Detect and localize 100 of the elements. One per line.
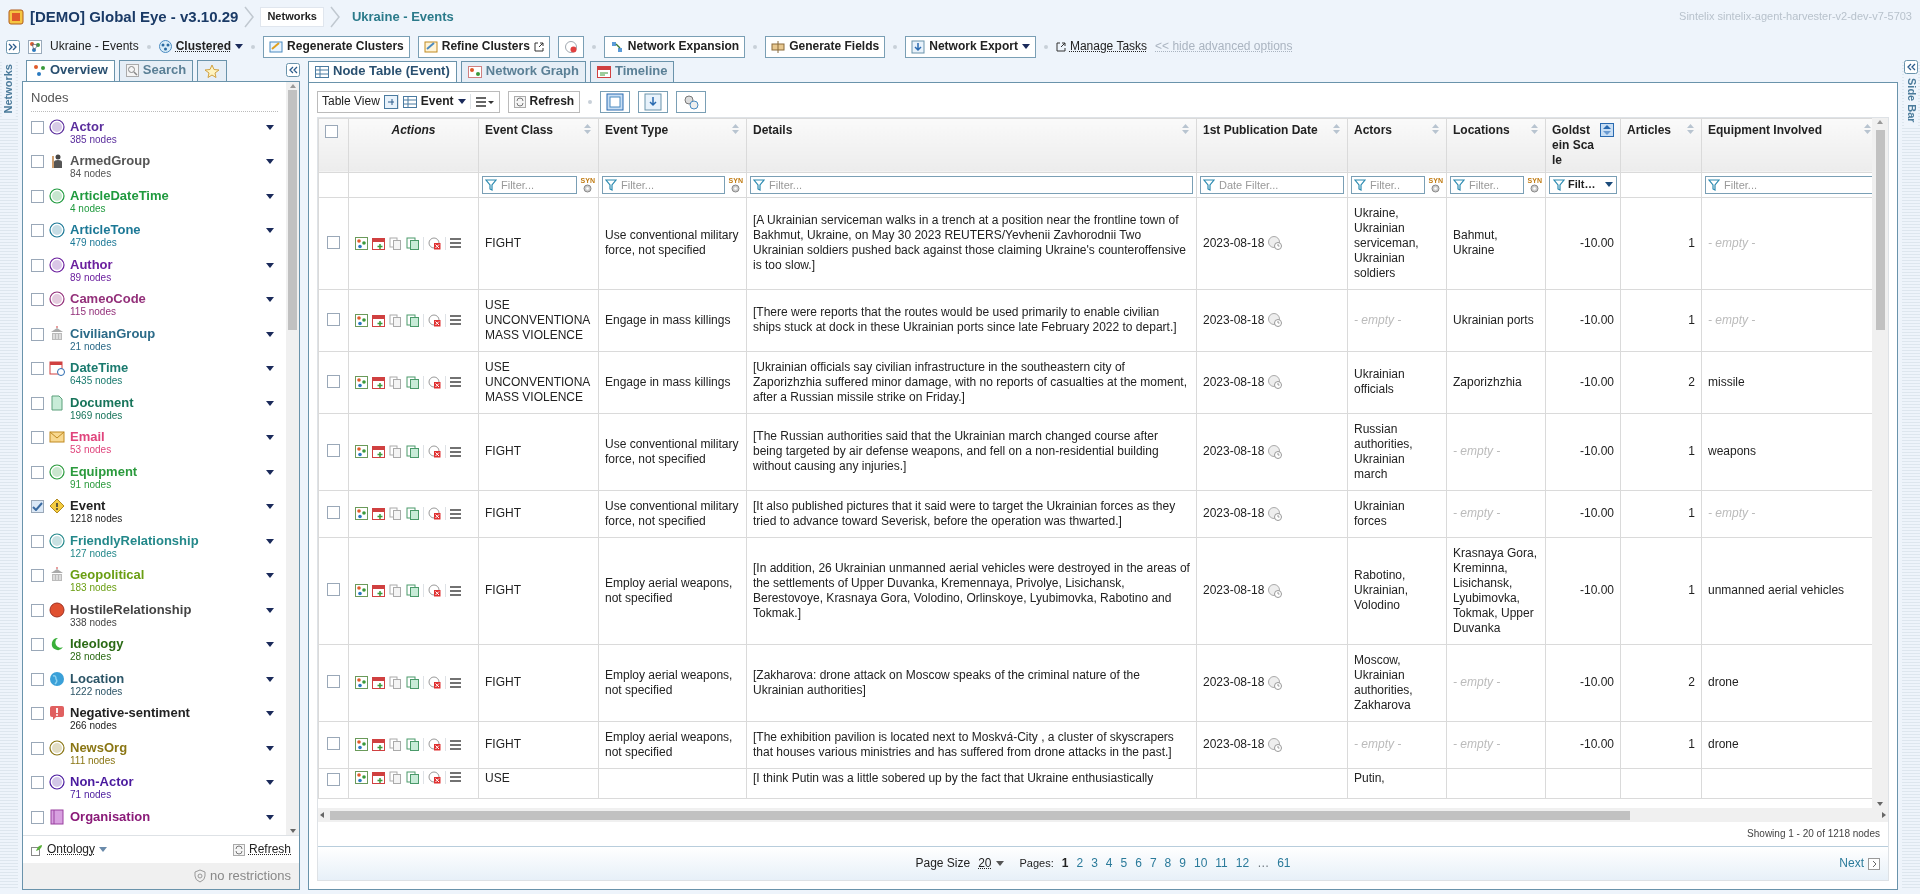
copy-icon[interactable]: [389, 445, 402, 459]
node-checkbox[interactable]: [31, 155, 44, 169]
page-link[interactable]: 9: [1179, 856, 1186, 871]
copy-icon[interactable]: [389, 236, 402, 250]
scrollbar-thumb[interactable]: [1875, 129, 1885, 330]
calendar-add-icon[interactable]: [372, 676, 385, 690]
layout-dropdown[interactable]: Clustered: [158, 39, 244, 55]
node-type-link[interactable]: CivilianGroup: [70, 325, 156, 341]
node-checkbox[interactable]: [31, 327, 44, 341]
node-type-link[interactable]: ArticleTone: [70, 222, 141, 238]
breadcrumb-link[interactable]: Networks: [260, 7, 324, 27]
menu-caret-icon[interactable]: [266, 331, 274, 337]
graph-icon[interactable]: [355, 445, 368, 459]
menu-caret-icon[interactable]: [266, 262, 274, 268]
toolbar-button[interactable]: Regenerate Clusters: [263, 35, 410, 58]
node-checkbox[interactable]: [31, 776, 44, 790]
font-settings-button[interactable]: [600, 90, 631, 113]
delete-icon[interactable]: [428, 375, 441, 389]
refresh-button[interactable]: Refresh: [232, 842, 291, 858]
sidebar-tab[interactable]: Overview: [26, 59, 115, 81]
filter-field[interactable]: Filter...: [1705, 175, 1872, 194]
menu-icon[interactable]: [450, 739, 461, 750]
row-checkbox[interactable]: [327, 737, 340, 751]
filter-field[interactable]: Date Filter...: [1200, 175, 1344, 194]
page-link[interactable]: 5: [1120, 856, 1128, 871]
menu-caret-icon[interactable]: [266, 124, 274, 130]
view-tab[interactable]: Timeline: [589, 60, 675, 82]
document-icon[interactable]: [406, 236, 419, 250]
menu-caret-icon[interactable]: [266, 228, 274, 234]
graph-icon[interactable]: [355, 236, 368, 250]
menu-icon[interactable]: [450, 446, 461, 457]
menu-caret-icon[interactable]: [266, 538, 274, 544]
copy-icon[interactable]: [389, 313, 402, 327]
document-icon[interactable]: [406, 375, 419, 389]
view-tab[interactable]: Node Table (Event): [308, 60, 457, 82]
row-checkbox[interactable]: [327, 675, 340, 689]
view-tab[interactable]: Network Graph: [460, 60, 586, 82]
delete-icon[interactable]: [428, 770, 441, 784]
refresh-button[interactable]: Refresh: [507, 90, 581, 113]
row-checkbox[interactable]: [327, 772, 340, 786]
download-button[interactable]: [638, 90, 669, 113]
row-checkbox[interactable]: [327, 444, 340, 458]
ontology-dropdown[interactable]: Ontology: [31, 842, 108, 858]
calendar-add-icon[interactable]: [372, 236, 385, 250]
calendar-add-icon[interactable]: [372, 313, 385, 327]
node-checkbox[interactable]: [31, 741, 44, 755]
menu-caret-icon[interactable]: [266, 469, 274, 475]
delete-icon[interactable]: [428, 313, 441, 327]
menu-caret-icon[interactable]: [266, 504, 274, 510]
toolbar-button[interactable]: Network Expansion: [603, 35, 746, 58]
menu-caret-icon[interactable]: [266, 676, 274, 682]
page-link[interactable]: 1: [1061, 856, 1069, 871]
menu-icon[interactable]: [450, 238, 461, 249]
document-icon[interactable]: [406, 738, 419, 752]
node-checkbox[interactable]: [31, 120, 44, 134]
copy-icon[interactable]: [389, 375, 402, 389]
calendar-add-icon[interactable]: [372, 507, 385, 521]
delete-icon[interactable]: [428, 445, 441, 459]
menu-caret-icon[interactable]: [266, 435, 274, 441]
node-type-link[interactable]: Organisation: [70, 808, 151, 824]
scroll-left-icon[interactable]: [318, 811, 326, 819]
columns-menu-icon[interactable]: [473, 94, 496, 109]
graph-icon[interactable]: [355, 738, 368, 752]
node-type-link[interactable]: NewsOrg: [70, 739, 128, 755]
pin-icon[interactable]: [383, 94, 398, 109]
node-type-link[interactable]: ArticleDateTime: [70, 187, 169, 203]
networks-strip-label[interactable]: Networks: [2, 59, 16, 118]
node-checkbox[interactable]: [31, 189, 44, 203]
scrollbar-thumb[interactable]: [330, 810, 1630, 820]
page-link[interactable]: 6: [1135, 856, 1142, 871]
node-type-dropdown[interactable]: Event: [397, 94, 471, 110]
row-checkbox[interactable]: [327, 235, 340, 249]
document-icon[interactable]: [406, 445, 419, 459]
menu-icon[interactable]: [450, 315, 461, 326]
node-checkbox[interactable]: [31, 431, 44, 445]
row-checkbox[interactable]: [327, 583, 340, 597]
menu-caret-icon[interactable]: [266, 711, 274, 717]
graph-icon[interactable]: [355, 584, 368, 598]
node-checkbox[interactable]: [31, 603, 44, 617]
menu-caret-icon[interactable]: [266, 159, 274, 165]
page-link[interactable]: 8: [1164, 856, 1172, 871]
menu-icon[interactable]: [450, 508, 461, 519]
node-checkbox[interactable]: [31, 534, 44, 548]
graph-icon[interactable]: [355, 770, 368, 784]
node-checkbox[interactable]: [31, 672, 44, 686]
copy-icon[interactable]: [389, 738, 402, 752]
collapse-icon[interactable]: [286, 62, 300, 77]
node-checkbox[interactable]: [31, 362, 44, 376]
menu-caret-icon[interactable]: [266, 607, 274, 613]
sort-icon[interactable]: [1600, 122, 1614, 137]
toolbar-button[interactable]: Generate Fields: [765, 35, 886, 58]
node-type-link[interactable]: Equipment: [70, 463, 138, 479]
delete-icon[interactable]: [428, 236, 441, 250]
node-type-link[interactable]: Event: [70, 498, 123, 514]
delete-icon[interactable]: [428, 584, 441, 598]
scrollbar-thumb[interactable]: [288, 89, 297, 330]
copy-icon[interactable]: [389, 507, 402, 521]
menu-caret-icon[interactable]: [266, 297, 274, 303]
menu-caret-icon[interactable]: [266, 642, 274, 648]
page-link[interactable]: 4: [1105, 856, 1113, 871]
